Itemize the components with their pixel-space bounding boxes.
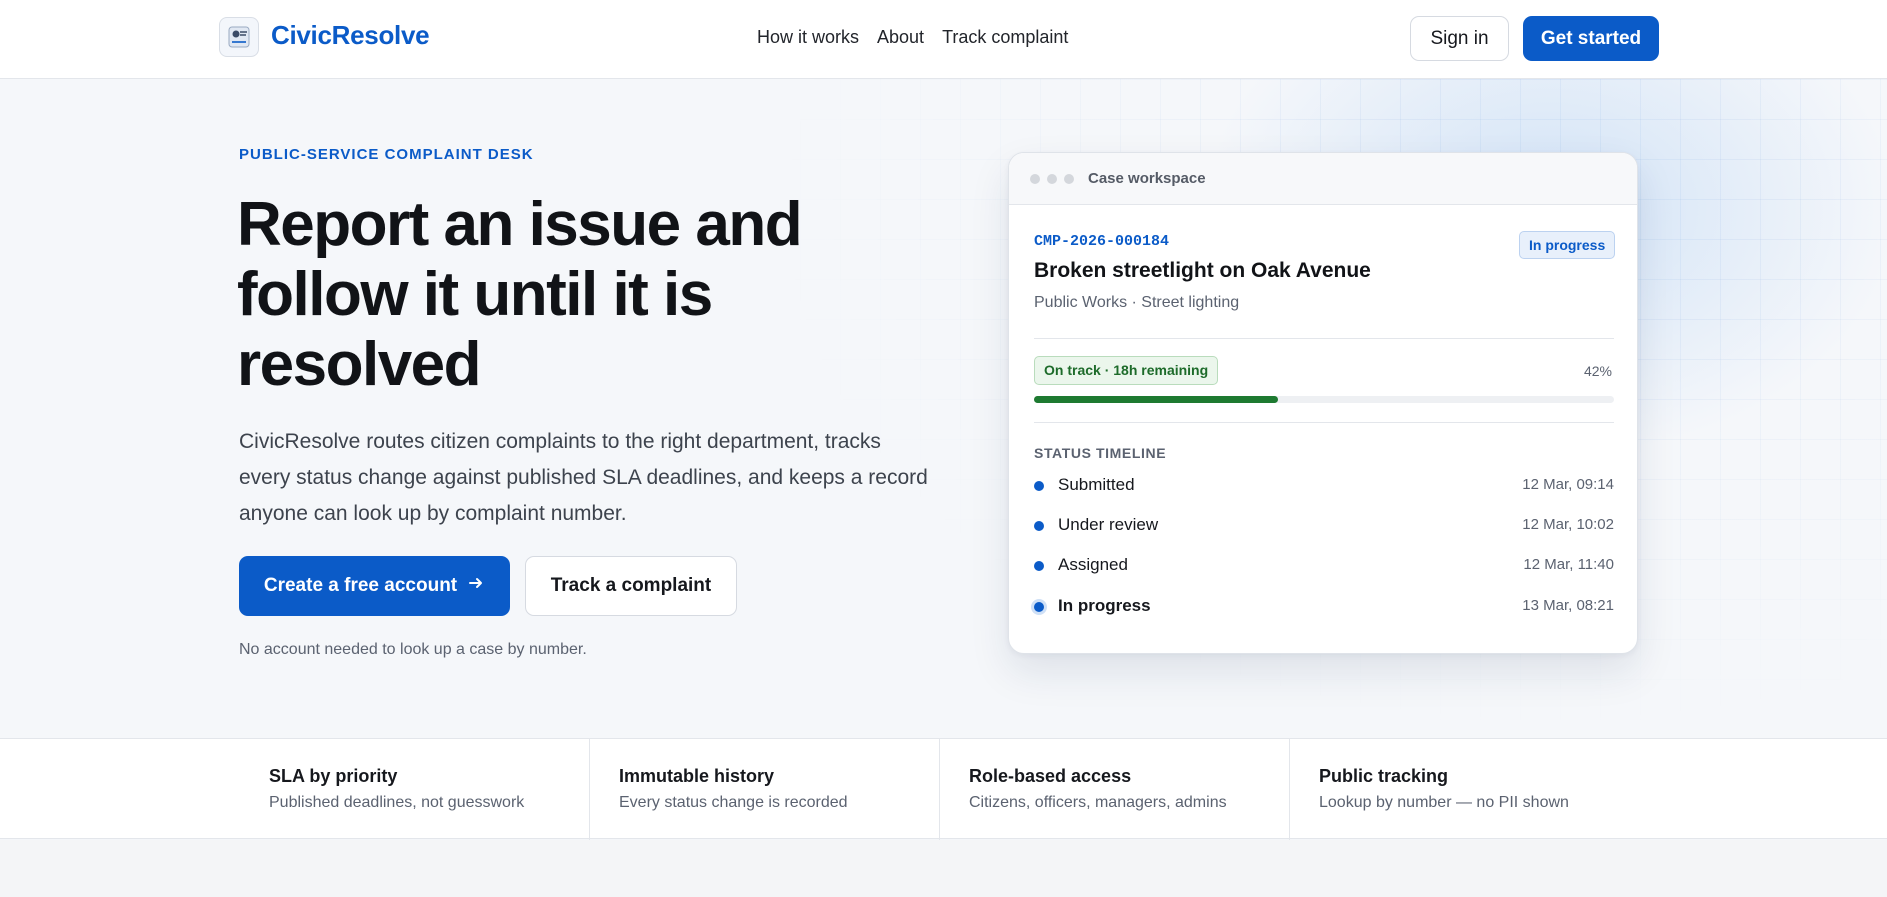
timeline-time: 12 Mar, 11:40 — [1523, 556, 1614, 573]
feature-description: Lookup by number — no PII shown — [1319, 794, 1569, 811]
timeline-heading: STATUS TIMELINE — [1034, 445, 1167, 461]
feature-description: Citizens, officers, managers, admins — [969, 794, 1227, 811]
status-badge: In progress — [1519, 231, 1616, 259]
window-dot-icon — [1064, 174, 1074, 184]
timeline-item: Assigned 12 Mar, 11:40 — [1034, 554, 1614, 578]
timeline-time: 13 Mar, 08:21 — [1522, 597, 1614, 614]
page-bottom — [0, 840, 1887, 897]
sla-progress-bar — [1034, 396, 1614, 403]
timeline-dot-icon — [1034, 481, 1044, 491]
timeline-item-current: In progress 13 Mar, 08:21 — [1034, 595, 1614, 619]
sign-in-button[interactable]: Sign in — [1410, 16, 1509, 61]
case-id: CMP-2026-000184 — [1034, 233, 1170, 250]
feature-title: Public tracking — [1319, 766, 1449, 786]
feature-sla: SLA by priority Published deadlines, not… — [240, 739, 590, 840]
timeline-status: In progress — [1058, 596, 1151, 615]
sla-progress-fill — [1034, 396, 1278, 403]
timeline-item: Submitted 12 Mar, 09:14 — [1034, 474, 1614, 498]
timeline-item: Under review 12 Mar, 10:02 — [1034, 514, 1614, 538]
progress-percent: 42% — [1583, 363, 1612, 379]
track-complaint-button[interactable]: Track a complaint — [525, 556, 737, 616]
timeline-dot-icon — [1034, 561, 1044, 571]
card-window-title: Case workspace — [1088, 170, 1206, 187]
timeline-current-dot-icon — [1034, 602, 1044, 612]
hero-description: CivicResolve routes citizen complaints t… — [239, 430, 928, 525]
arrow-right-icon — [467, 574, 485, 598]
feature-title: Role-based access — [969, 766, 1132, 786]
create-account-label: Create a free account — [263, 575, 458, 596]
get-started-button[interactable]: Get started — [1523, 16, 1659, 61]
divider — [1034, 422, 1614, 423]
case-workspace-card: Case workspace CMP-2026-000184 In progre… — [1008, 152, 1638, 654]
main-nav: How it works About Track complaint — [757, 27, 1068, 48]
feature-access: Role-based access Citizens, officers, ma… — [939, 739, 1289, 840]
divider — [1034, 338, 1614, 339]
case-title: Broken streetlight on Oak Avenue — [1034, 259, 1371, 282]
timeline-status: Submitted — [1058, 475, 1135, 494]
timeline-dot-icon — [1034, 521, 1044, 531]
nav-how-it-works[interactable]: How it works — [757, 27, 859, 48]
timeline-time: 12 Mar, 10:02 — [1522, 516, 1614, 533]
feature-tracking: Public tracking Lookup by number — no PI… — [1289, 739, 1639, 840]
hero-note: No account needed to look up a case by n… — [239, 641, 587, 658]
logo-icon[interactable] — [219, 17, 259, 57]
nav-track-complaint[interactable]: Track complaint — [942, 27, 1068, 48]
card-window-bar: Case workspace — [1009, 153, 1637, 205]
feature-title: SLA by priority — [269, 766, 398, 786]
hero-title: Report an issue and follow it until it i… — [237, 190, 803, 399]
feature-description: Published deadlines, not guesswork — [269, 794, 525, 811]
nav-about[interactable]: About — [877, 27, 924, 48]
window-dot-icon — [1047, 174, 1057, 184]
create-account-button[interactable]: Create a free account — [239, 556, 510, 616]
feature-history: Immutable history Every status change is… — [589, 739, 939, 840]
site-header: CivicResolve How it works About Track co… — [0, 0, 1887, 79]
features-strip: SLA by priority Published deadlines, not… — [0, 738, 1887, 840]
timeline-status: Assigned — [1058, 555, 1128, 574]
hero-eyebrow: PUBLIC-SERVICE COMPLAINT DESK — [239, 146, 534, 163]
feature-description: Every status change is recorded — [619, 794, 848, 811]
sla-badge: On track · 18h remaining — [1034, 356, 1219, 385]
timeline-time: 12 Mar, 09:14 — [1522, 476, 1614, 493]
feature-title: Immutable history — [619, 766, 775, 786]
window-dot-icon — [1030, 174, 1040, 184]
case-category: Public Works · Street lighting — [1034, 294, 1240, 311]
brand-name[interactable]: CivicResolve — [271, 20, 430, 51]
timeline-status: Under review — [1058, 515, 1159, 534]
